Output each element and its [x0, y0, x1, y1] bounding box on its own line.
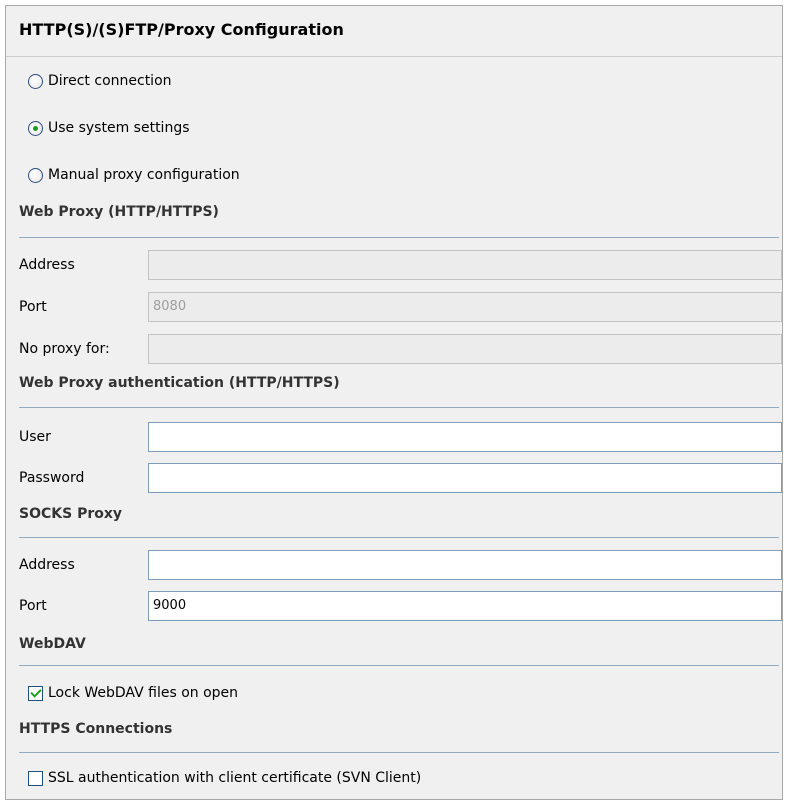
socks-port-field[interactable]: 9000	[148, 591, 782, 621]
password-label: Password	[19, 470, 85, 486]
radio-direct-connection-circle[interactable]	[28, 73, 43, 89]
https-connections-separator	[19, 752, 779, 753]
page-title: HTTP(S)/(S)FTP/Proxy Configuration	[19, 20, 344, 39]
ssl-auth-label: SSL authentication with client certifica…	[48, 770, 422, 786]
webdav-heading: WebDAV	[19, 636, 86, 652]
web-proxy-address-label: Address	[19, 257, 75, 273]
radio-selected-dot-icon	[33, 125, 38, 131]
radio-direct-connection[interactable]: Direct connection	[28, 73, 172, 89]
socks-address-label: Address	[19, 557, 75, 573]
https-connections-heading: HTTPS Connections	[19, 721, 173, 737]
lock-webdav-label: Lock WebDAV files on open	[48, 685, 239, 701]
radio-direct-connection-label: Direct connection	[48, 73, 172, 89]
web-proxy-auth-separator	[19, 407, 779, 408]
radio-manual-proxy[interactable]: Manual proxy configuration	[28, 167, 240, 183]
web-proxy-address-field[interactable]	[148, 250, 782, 280]
ssl-auth-checkbox-row[interactable]: SSL authentication with client certifica…	[28, 770, 421, 786]
web-proxy-auth-heading: Web Proxy authentication (HTTP/HTTPS)	[19, 375, 340, 391]
web-proxy-heading: Web Proxy (HTTP/HTTPS)	[19, 204, 219, 220]
radio-use-system-settings-circle[interactable]	[28, 120, 43, 136]
radio-use-system-settings[interactable]: Use system settings	[28, 120, 190, 136]
socks-address-field[interactable]	[148, 550, 782, 580]
radio-manual-proxy-circle[interactable]	[28, 167, 43, 183]
socks-port-label: Port	[19, 598, 47, 614]
ssl-auth-checkbox[interactable]	[28, 770, 43, 786]
no-proxy-for-field[interactable]	[148, 334, 782, 364]
lock-webdav-checkbox[interactable]	[28, 685, 43, 701]
user-field[interactable]	[148, 422, 782, 452]
no-proxy-for-label: No proxy for:	[19, 341, 110, 357]
proxy-config-panel: HTTP(S)/(S)FTP/Proxy Configuration Direc…	[5, 5, 783, 800]
web-proxy-port-label: Port	[19, 299, 47, 315]
lock-webdav-checkbox-row[interactable]: Lock WebDAV files on open	[28, 685, 238, 701]
webdav-separator	[19, 665, 779, 666]
radio-manual-proxy-label: Manual proxy configuration	[48, 167, 240, 183]
socks-proxy-separator	[19, 537, 779, 538]
web-proxy-separator	[19, 237, 779, 238]
user-label: User	[19, 429, 51, 445]
web-proxy-port-field[interactable]: 8080	[148, 292, 782, 322]
socks-proxy-heading: SOCKS Proxy	[19, 506, 123, 522]
password-field[interactable]	[148, 463, 782, 493]
radio-use-system-settings-label: Use system settings	[48, 120, 190, 136]
checkmark-icon	[30, 685, 42, 698]
panel-header: HTTP(S)/(S)FTP/Proxy Configuration	[6, 6, 782, 57]
